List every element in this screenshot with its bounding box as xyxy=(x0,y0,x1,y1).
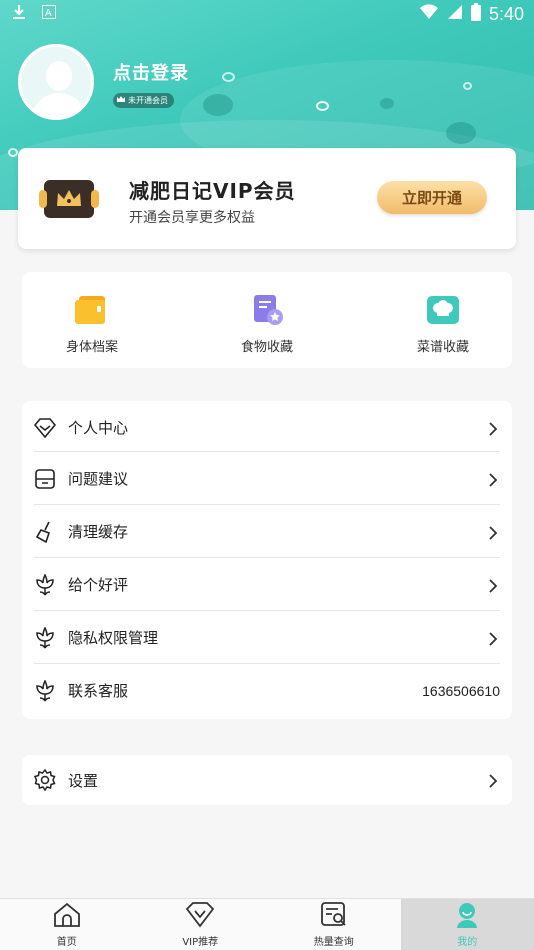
chevron-right-icon xyxy=(486,525,500,540)
menu-item-rate-app[interactable]: 给个好评 xyxy=(34,558,500,611)
menu-item-label: 个人中心 xyxy=(68,419,129,437)
flower-icon xyxy=(34,679,56,702)
quick-item-body-profile[interactable]: 身体档案 xyxy=(32,294,152,355)
svg-text:A: A xyxy=(45,8,52,19)
nav-profile[interactable]: 我的 xyxy=(400,899,534,950)
menu-item-privacy[interactable]: 隐私权限管理 xyxy=(34,611,500,664)
nav-label: 热量查询 xyxy=(313,936,354,948)
home-icon xyxy=(53,902,81,931)
broom-icon xyxy=(34,521,56,543)
status-bar: A 5:40 xyxy=(0,0,534,28)
folder-icon xyxy=(75,294,109,326)
menu-item-feedback[interactable]: 问题建议 xyxy=(34,452,500,505)
quick-actions-card: 身体档案 食物收藏 菜谱收藏 xyxy=(22,272,512,368)
vip-icon xyxy=(185,901,215,931)
chevron-right-icon xyxy=(486,773,500,788)
menu-item-personal-center[interactable]: 个人中心 xyxy=(34,401,500,454)
chevron-right-icon xyxy=(486,421,500,436)
menu-item-label: 清理缓存 xyxy=(68,523,129,541)
vip-subtitle: 开通会员享更多权益 xyxy=(129,210,255,226)
quick-item-label: 菜谱收藏 xyxy=(416,340,469,355)
member-status-badge: 未开通会员 xyxy=(113,93,174,108)
inbox-icon xyxy=(34,468,56,490)
nav-vip[interactable]: VIP推荐 xyxy=(134,899,268,950)
quick-item-food-favorites[interactable]: 食物收藏 xyxy=(207,294,327,355)
vip-crown-icon xyxy=(39,180,99,218)
menu-item-settings[interactable]: 设置 xyxy=(34,755,500,805)
nav-label: 我的 xyxy=(457,936,478,948)
vip-membership-card[interactable]: 减肥日记VIP会员 开通会员享更多权益 立即开通 xyxy=(18,148,516,249)
signal-icon xyxy=(447,4,463,25)
quick-item-label: 身体档案 xyxy=(65,340,118,355)
menu-item-label: 给个好评 xyxy=(68,576,129,594)
chef-hat-icon xyxy=(426,294,460,326)
chevron-right-icon xyxy=(486,631,500,646)
chevron-right-icon xyxy=(486,472,500,487)
nav-label: 首页 xyxy=(56,936,77,948)
quick-item-label: 食物收藏 xyxy=(240,340,293,355)
diamond-icon xyxy=(34,417,56,439)
avatar[interactable] xyxy=(18,44,94,120)
crown-icon xyxy=(117,96,125,105)
open-vip-button[interactable]: 立即开通 xyxy=(377,181,487,214)
menu-list: 个人中心 问题建议 清理缓存 给个好评 隐私权限管理 联系客服 16365066… xyxy=(22,401,512,719)
menu-item-clear-cache[interactable]: 清理缓存 xyxy=(34,505,500,558)
chevron-right-icon xyxy=(486,578,500,593)
wifi-icon xyxy=(419,4,439,25)
battery-icon xyxy=(470,3,481,26)
nav-home[interactable]: 首页 xyxy=(0,899,134,950)
quick-item-recipe-favorites[interactable]: 菜谱收藏 xyxy=(383,294,503,355)
a-badge-icon: A xyxy=(42,4,56,25)
login-link[interactable]: 点击登录 xyxy=(113,59,189,85)
food-favorite-icon xyxy=(250,294,284,326)
gear-icon xyxy=(34,769,56,791)
flower-icon xyxy=(34,573,56,596)
menu-item-label: 问题建议 xyxy=(68,470,129,488)
customer-service-number[interactable]: 1636506610 xyxy=(422,683,500,699)
status-time: 5:40 xyxy=(488,4,524,24)
nav-calorie-search[interactable]: 热量查询 xyxy=(267,899,401,950)
settings-card: 设置 xyxy=(22,755,512,805)
menu-item-label: 设置 xyxy=(68,771,99,790)
menu-item-customer-service[interactable]: 联系客服 1636506610 xyxy=(34,664,500,717)
menu-item-label: 联系客服 xyxy=(68,682,129,700)
calorie-search-icon xyxy=(320,901,348,931)
download-icon xyxy=(12,4,26,25)
bottom-navigation: 首页 VIP推荐 热量查询 我的 xyxy=(0,898,534,950)
flower-icon xyxy=(34,626,56,649)
nav-label: VIP推荐 xyxy=(182,936,219,948)
vip-title: 减肥日记VIP会员 xyxy=(129,179,296,203)
member-status-text: 未开通会员 xyxy=(128,96,168,105)
profile-icon xyxy=(455,902,479,931)
menu-item-label: 隐私权限管理 xyxy=(68,629,159,647)
